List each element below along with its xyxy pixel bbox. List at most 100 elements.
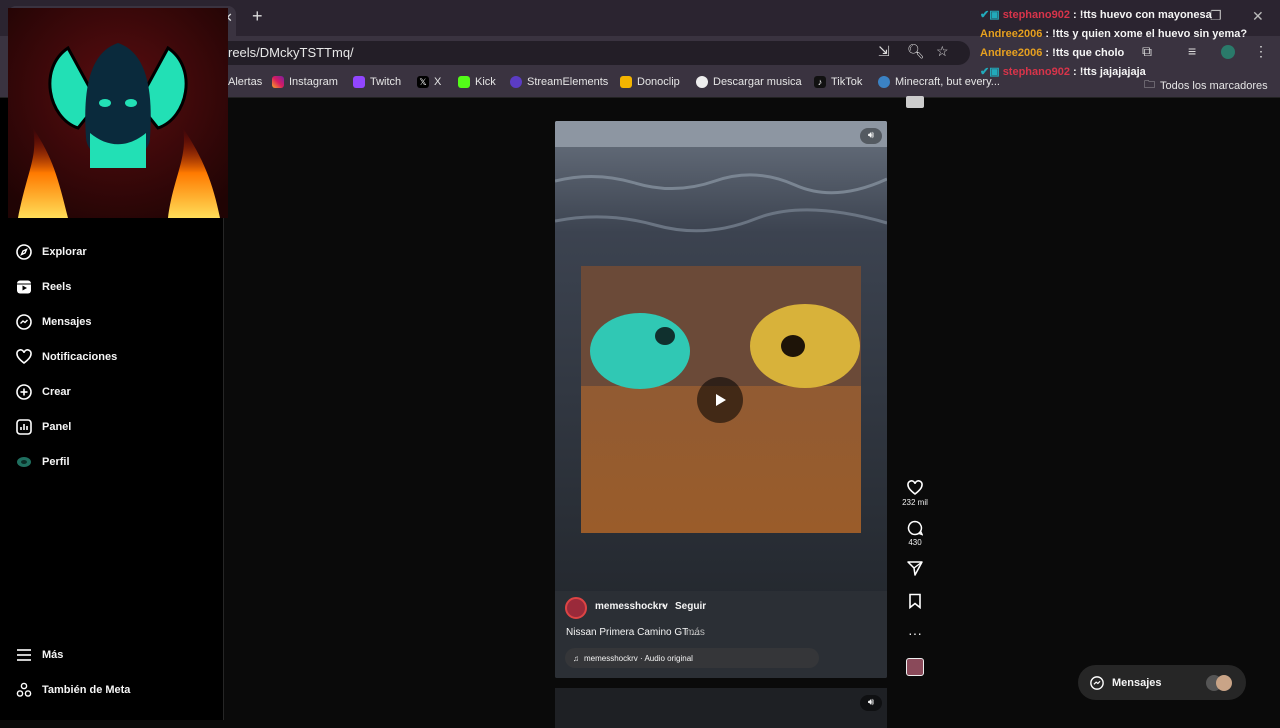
bookmark-instagram[interactable]: Instagram xyxy=(272,76,338,88)
bookmark-label: Kick xyxy=(475,76,496,88)
bookmark-label: Descargar musica xyxy=(713,76,802,88)
sidebar-item-panel[interactable]: Panel xyxy=(16,419,71,435)
sidebar-item-mensajes[interactable]: Mensajes xyxy=(16,314,92,330)
bookmark-label: Alertas xyxy=(228,76,263,88)
more-options-icon[interactable]: ··· xyxy=(900,625,930,641)
zoom-icon[interactable]: 🔍︎ xyxy=(907,43,925,60)
chat-message: Andree2006 : !tts y quien xome el huevo … xyxy=(980,25,1280,44)
sidebar-item-label: Crear xyxy=(42,386,71,398)
avatar xyxy=(1216,674,1232,691)
url-text[interactable]: reels/DMckyTSTTmq/ xyxy=(228,45,354,60)
sidebar-item-label: Mensajes xyxy=(42,316,92,328)
audio-attribution[interactable]: ♫ memesshockrv · Audio original xyxy=(565,648,819,668)
donoclip-icon xyxy=(620,76,632,88)
camera-icon[interactable] xyxy=(906,96,924,108)
chart-icon xyxy=(16,419,32,435)
next-reel-preview[interactable] xyxy=(555,688,887,728)
dot-separator: • xyxy=(662,601,666,612)
chat-username: Andree2006 xyxy=(980,47,1043,59)
conversation-avatars xyxy=(1206,674,1232,691)
compass-icon xyxy=(16,244,32,260)
chat-text: : !tts que cholo xyxy=(1042,47,1125,59)
reels-icon xyxy=(17,280,31,294)
sidebar-item-label: También de Meta xyxy=(42,684,131,696)
music-download-icon xyxy=(696,76,708,88)
next-reel-mute-icon[interactable]: 🔊︎ xyxy=(860,695,882,711)
chat-text: : !tts huevo con mayonesa xyxy=(1069,9,1212,21)
comment-button[interactable]: 430 xyxy=(900,520,930,547)
messages-pill-label: Mensajes xyxy=(1112,676,1162,689)
bookmark-label: StreamElements xyxy=(527,76,609,88)
follow-button[interactable]: Seguir xyxy=(675,601,706,612)
play-icon xyxy=(716,394,726,406)
reel-caption: Nissan Primera Camino GT ... xyxy=(566,627,700,638)
bookmark-alertas[interactable]: Alertas xyxy=(228,76,262,88)
sidebar-item-notificaciones[interactable]: Notificaciones xyxy=(16,349,117,365)
heart-icon xyxy=(16,349,32,365)
bookmark-label: X xyxy=(434,76,442,88)
audio-label: memesshockrv · Audio original xyxy=(584,653,693,663)
comment-icon xyxy=(907,520,924,536)
sidebar-item-crear[interactable]: Crear xyxy=(16,384,71,400)
bookmark-icon xyxy=(909,593,921,610)
sidebar-item-label: Notificaciones xyxy=(42,351,118,363)
like-count: 232 mil xyxy=(902,498,928,507)
sidebar-meta[interactable]: También de Meta xyxy=(16,682,130,698)
bookmark-streamelements[interactable]: StreamElements xyxy=(510,76,608,88)
bookmark-label: Instagram xyxy=(289,76,338,88)
like-button[interactable]: 232 mil xyxy=(900,480,930,507)
star-bookmark-icon[interactable]: ☆ xyxy=(936,43,949,60)
sidebar-item-label: Reels xyxy=(42,281,72,293)
bookmark-x[interactable]: 𝕏X xyxy=(417,76,441,88)
streamelements-icon xyxy=(510,76,522,88)
sidebar-more[interactable]: Más xyxy=(16,647,63,663)
chat-badge-icon: ✔︎▣ xyxy=(980,9,1000,21)
chat-message: Andree2006 : !tts que cholo xyxy=(980,44,1280,63)
messenger-icon xyxy=(16,314,32,330)
sidebar-item-label: Panel xyxy=(42,421,72,433)
twitch-icon xyxy=(353,76,365,88)
play-button[interactable] xyxy=(697,377,743,423)
chat-text: : !tts y quien xome el huevo sin yema? xyxy=(1042,28,1248,40)
author-avatar[interactable] xyxy=(565,597,587,619)
bookmark-label: TikTok xyxy=(831,76,863,88)
chat-username: Andree2006 xyxy=(980,28,1043,40)
send-icon xyxy=(907,561,923,576)
music-note-icon: ♫ xyxy=(573,653,579,663)
heart-icon xyxy=(907,480,923,496)
chat-text: : !tts jajajajaja xyxy=(1069,66,1146,78)
chat-badge-icon: ✔︎▣ xyxy=(980,66,1000,78)
kick-icon xyxy=(458,76,470,88)
audio-cover-thumbnail[interactable] xyxy=(906,658,924,676)
bookmark-tiktok[interactable]: ♪ TikTok xyxy=(814,76,862,88)
sidebar-item-label: Perfil xyxy=(42,456,70,468)
bookmark-twitch[interactable]: Twitch xyxy=(353,76,401,88)
mute-icon[interactable]: 🔊︎ xyxy=(860,128,882,144)
caption-more-link[interactable]: más xyxy=(686,627,705,638)
install-app-icon[interactable]: ⇲ xyxy=(878,43,890,60)
sidebar-item-reels[interactable]: Reels xyxy=(16,279,71,295)
bookmark-descargar-musica[interactable]: Descargar musica xyxy=(696,76,802,88)
messages-pill[interactable]: Mensajes xyxy=(1078,665,1246,700)
sidebar-item-label: Más xyxy=(42,649,64,661)
profile-avatar-icon xyxy=(17,457,31,467)
stream-chat-overlay: ✔︎▣ stephano902 : !tts huevo con mayones… xyxy=(980,6,1280,82)
new-tab-icon[interactable]: + xyxy=(252,6,263,27)
chat-message: ✔︎▣ stephano902 : !tts jajajajaja xyxy=(980,63,1280,82)
share-button[interactable] xyxy=(900,560,930,578)
tiktok-icon: ♪ xyxy=(814,76,826,88)
chat-message: ✔︎▣ stephano902 : !tts huevo con mayones… xyxy=(980,6,1280,25)
bookmark-donoclip[interactable]: Donoclip xyxy=(620,76,680,88)
instagram-icon xyxy=(272,76,284,88)
reel-video[interactable]: 🔊︎ memesshockrv • Seguir Nissan Primera … xyxy=(555,121,887,678)
save-button[interactable] xyxy=(900,593,930,611)
bookmark-kick[interactable]: Kick xyxy=(458,76,496,88)
sidebar-item-label: Explorar xyxy=(42,246,87,258)
comment-count: 430 xyxy=(908,538,922,547)
globe-icon xyxy=(878,76,890,88)
x-logo-icon: 𝕏 xyxy=(417,76,429,88)
author-username[interactable]: memesshockrv xyxy=(595,601,668,612)
sidebar-item-perfil[interactable]: Perfil xyxy=(16,454,70,470)
sidebar-item-explorar[interactable]: Explorar xyxy=(16,244,87,260)
bookmark-label: Twitch xyxy=(370,76,402,88)
